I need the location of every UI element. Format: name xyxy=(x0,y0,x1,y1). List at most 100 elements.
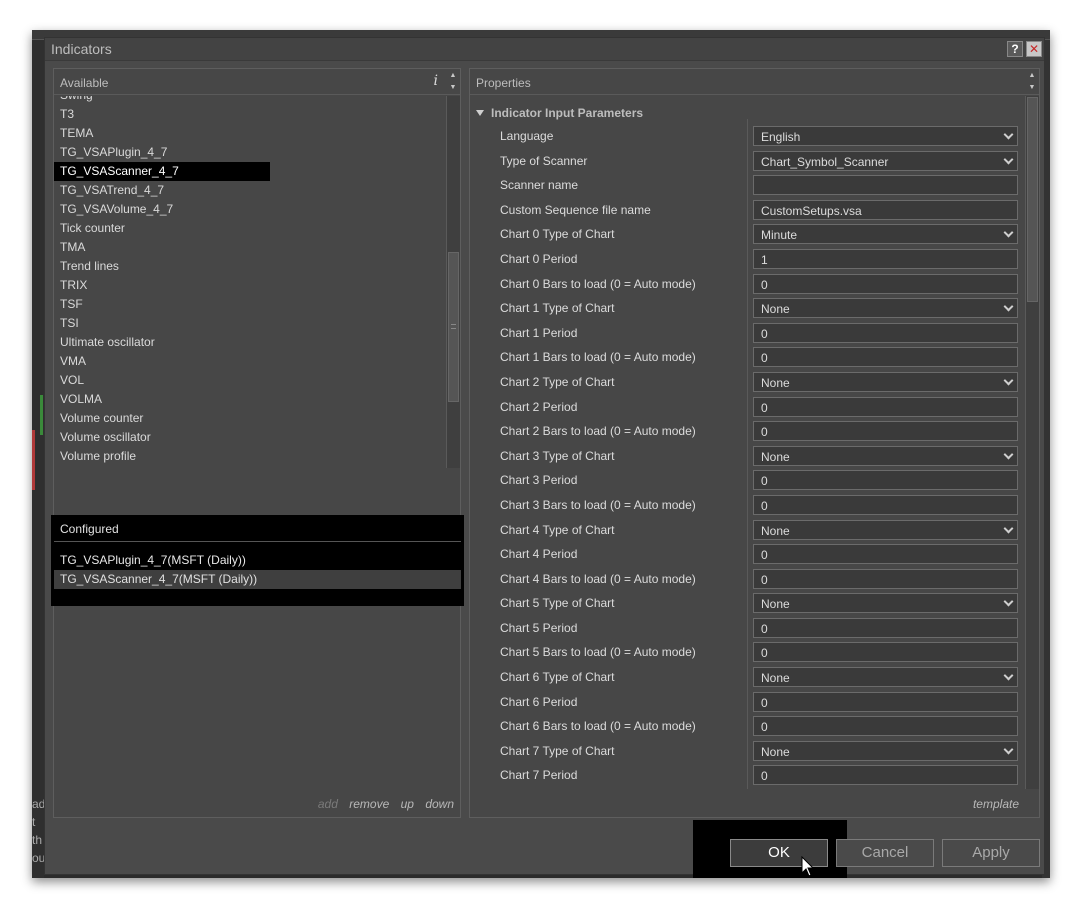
property-row: Chart 4 Period 0 xyxy=(470,543,1025,568)
indicators-dialog: Indicators ? ✕ Available i ▲ ▼ SwingT3TE… xyxy=(44,37,1045,878)
expand-triangle-icon[interactable] xyxy=(476,110,484,116)
available-item[interactable]: TRIX xyxy=(54,276,446,295)
property-input[interactable]: 0 xyxy=(753,322,1018,343)
remove-link[interactable]: remove xyxy=(349,797,389,811)
scroll-up-icon[interactable]: ▲ xyxy=(447,70,459,82)
property-row: Chart 1 Type of Chart None xyxy=(470,297,1025,322)
scroll-up-icon[interactable]: ▲ xyxy=(1026,70,1038,82)
scroll-down-icon[interactable]: ▼ xyxy=(447,82,459,94)
available-item[interactable]: Swing xyxy=(54,96,446,105)
available-item[interactable]: T3 xyxy=(54,105,446,124)
configured-item[interactable]: TG_VSAScanner_4_7(MSFT (Daily)) xyxy=(54,570,461,589)
available-header-label: Available xyxy=(60,76,109,90)
available-item[interactable]: Volume oscillator xyxy=(54,428,446,447)
property-label: Chart 5 Type of Chart xyxy=(500,596,615,611)
property-input[interactable]: 0 xyxy=(753,494,1018,515)
property-dropdown[interactable]: Minute xyxy=(753,224,1018,245)
category-header[interactable]: Indicator Input Parameters xyxy=(476,106,643,120)
configured-item[interactable]: TG_VSAPlugin_4_7(MSFT (Daily)) xyxy=(54,551,461,570)
available-item[interactable]: VOL xyxy=(54,371,446,390)
available-item[interactable]: Volume profile xyxy=(54,447,446,466)
property-input[interactable] xyxy=(753,175,1018,196)
title-bar[interactable]: Indicators ? ✕ xyxy=(45,38,1044,61)
property-dropdown[interactable]: None xyxy=(753,593,1018,614)
cancel-button[interactable]: Cancel xyxy=(836,839,934,867)
property-input[interactable]: 0 xyxy=(753,273,1018,294)
property-input[interactable]: 0 xyxy=(753,642,1018,663)
apply-button[interactable]: Apply xyxy=(942,839,1040,867)
chevron-down-icon[interactable] xyxy=(1003,523,1014,533)
properties-header-label: Properties xyxy=(476,76,531,90)
available-scrollbar[interactable] xyxy=(446,96,460,468)
property-input[interactable]: 0 xyxy=(753,347,1018,368)
background-green-bar xyxy=(40,395,43,435)
property-input[interactable]: CustomSetups.vsa xyxy=(753,199,1018,220)
property-label: Chart 1 Type of Chart xyxy=(500,301,615,316)
property-dropdown[interactable]: None xyxy=(753,667,1018,688)
property-dropdown[interactable]: None xyxy=(753,740,1018,761)
available-item[interactable]: Ultimate oscillator xyxy=(54,333,446,352)
properties-scrollbar-thumb[interactable] xyxy=(1027,97,1038,302)
available-panel: Available i ▲ ▼ SwingT3TEMATG_VSAPlugin_… xyxy=(51,68,464,818)
property-input[interactable]: 0 xyxy=(753,396,1018,417)
background-red-bar xyxy=(32,430,35,490)
available-item[interactable]: TSF xyxy=(54,295,446,314)
property-dropdown[interactable]: English xyxy=(753,126,1018,146)
close-button[interactable]: ✕ xyxy=(1026,41,1042,57)
help-button[interactable]: ? xyxy=(1007,41,1023,57)
property-value: 0 xyxy=(761,326,768,341)
property-value: 0 xyxy=(761,400,768,415)
available-scroll-arrows[interactable]: ▲ ▼ xyxy=(447,70,459,94)
available-item[interactable]: TMA xyxy=(54,238,446,257)
property-label: Chart 5 Bars to load (0 = Auto mode) xyxy=(500,645,696,660)
available-item[interactable]: TG_VSAScanner_4_7 xyxy=(54,162,270,181)
property-input[interactable]: 0 xyxy=(753,617,1018,638)
properties-scrollbar[interactable] xyxy=(1025,96,1039,789)
chevron-down-icon[interactable] xyxy=(1003,375,1014,386)
property-dropdown[interactable]: Chart_Symbol_Scanner xyxy=(753,150,1018,171)
property-value: 1 xyxy=(761,252,768,267)
property-dropdown[interactable]: None xyxy=(753,445,1018,466)
add-link[interactable]: add xyxy=(318,797,338,811)
properties-scroll-arrows[interactable]: ▲ ▼ xyxy=(1026,70,1038,94)
available-item[interactable]: TEMA xyxy=(54,124,446,143)
property-input[interactable]: 0 xyxy=(753,765,1018,786)
property-label: Chart 4 Type of Chart xyxy=(500,522,615,537)
up-link[interactable]: up xyxy=(401,797,414,811)
chevron-down-icon[interactable] xyxy=(1003,744,1014,755)
property-input[interactable]: 0 xyxy=(753,470,1018,491)
chevron-down-icon[interactable] xyxy=(1003,227,1014,238)
available-item[interactable]: Trend lines xyxy=(54,257,446,276)
down-link[interactable]: down xyxy=(425,797,454,811)
chevron-down-icon[interactable] xyxy=(1003,670,1014,681)
chevron-down-icon[interactable] xyxy=(1003,301,1014,312)
property-input[interactable]: 0 xyxy=(753,544,1018,565)
chevron-down-icon[interactable] xyxy=(1003,449,1014,460)
property-dropdown[interactable]: None xyxy=(753,519,1018,540)
chevron-down-icon[interactable] xyxy=(1003,129,1014,140)
template-link[interactable]: template xyxy=(973,797,1019,811)
available-item[interactable]: VMA xyxy=(54,352,446,371)
chevron-down-icon[interactable] xyxy=(1003,596,1014,607)
property-input[interactable]: 1 xyxy=(753,248,1018,269)
available-item[interactable]: TG_VSATrend_4_7 xyxy=(54,181,446,200)
property-value: Minute xyxy=(761,228,798,243)
info-icon[interactable]: i xyxy=(434,73,438,89)
scroll-down-icon[interactable]: ▼ xyxy=(1026,82,1038,94)
property-input[interactable]: 0 xyxy=(753,716,1018,737)
available-item[interactable]: Volume counter xyxy=(54,409,446,428)
property-dropdown[interactable]: None xyxy=(753,371,1018,392)
available-scrollbar-thumb[interactable] xyxy=(448,252,459,402)
property-dropdown[interactable]: None xyxy=(753,298,1018,319)
available-item[interactable]: TG_VSAPlugin_4_7 xyxy=(54,143,446,162)
available-item[interactable]: VOLMA xyxy=(54,390,446,409)
available-item[interactable]: Tick counter xyxy=(54,219,446,238)
property-row: Chart 2 Type of Chart None xyxy=(470,371,1025,396)
chevron-down-icon[interactable] xyxy=(1003,154,1014,165)
property-value: 0 xyxy=(761,548,768,563)
property-input[interactable]: 0 xyxy=(753,691,1018,712)
property-input[interactable]: 0 xyxy=(753,421,1018,442)
available-item[interactable]: TG_VSAVolume_4_7 xyxy=(54,200,446,219)
available-item[interactable]: TSI xyxy=(54,314,446,333)
property-input[interactable]: 0 xyxy=(753,568,1018,589)
